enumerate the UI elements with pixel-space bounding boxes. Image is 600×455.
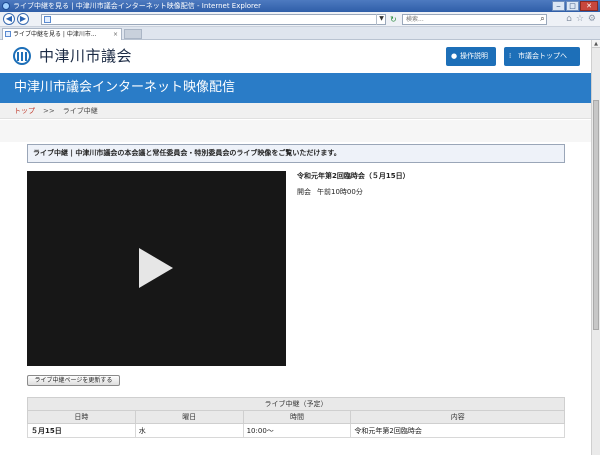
page-banner: 中津川市議会インターネット映像配信 <box>0 73 591 103</box>
council-top-button[interactable]: ⁞ 市議会トップへ <box>504 47 580 66</box>
search-icon[interactable]: ⌕ <box>537 14 548 25</box>
city-logo-icon[interactable] <box>13 47 31 65</box>
schedule-weekday: 水 <box>134 423 244 438</box>
window-controls: ‒ □ ✕ <box>552 1 598 11</box>
vertical-scrollbar[interactable]: ▲ <box>591 40 600 455</box>
refresh-live-button[interactable]: ライブ中継ページを更新する <box>27 375 120 386</box>
manual-button-label: 操作説明 <box>460 52 488 60</box>
meeting-title: 令和元年第2回臨時会（５月15日） <box>297 172 410 180</box>
col-header-time: 時間 <box>242 410 352 424</box>
tab-favicon-icon <box>5 31 11 37</box>
tab-live[interactable]: ライブ中継を見る | 中津川市... × <box>2 28 122 40</box>
address-bar: ◀ ▶ ▼ ↻ 検索... ⌕ ⌂ ☆ ⚙ <box>0 12 600 27</box>
manual-button[interactable]: ● 操作説明 <box>446 47 496 66</box>
col-header-date: 日時 <box>27 410 136 424</box>
maximize-button[interactable]: □ <box>566 1 579 11</box>
schedule-time: 10:00～ <box>242 423 352 438</box>
home-icon[interactable]: ⌂ <box>566 14 572 24</box>
page-title: 中津川市議会インターネット映像配信 <box>14 80 236 95</box>
search-input[interactable]: 検索... <box>402 14 547 25</box>
breadcrumb-separator: >> <box>43 107 55 115</box>
col-header-weekday: 曜日 <box>134 410 244 424</box>
info-icon: ● <box>451 52 458 60</box>
chart-icon: ⁞ <box>509 52 512 60</box>
toolbar-icons: ⌂ ☆ ⚙ <box>566 14 596 24</box>
tab-label: ライブ中継を見る | 中津川市... <box>13 31 97 38</box>
back-icon[interactable]: ◀ <box>3 13 15 25</box>
gear-icon[interactable]: ⚙ <box>588 14 596 24</box>
url-dropdown-icon[interactable]: ▼ <box>376 14 386 25</box>
breadcrumb-home-link[interactable]: トップ <box>14 107 35 115</box>
council-top-button-label: 市議会トップへ <box>518 52 567 60</box>
schedule-date: ５月15日 <box>27 423 136 438</box>
play-icon[interactable] <box>139 248 173 288</box>
page-viewport: 中津川市議会 ● 操作説明 ⁞ 市議会トップへ 中津川市議会インターネット映像配… <box>0 40 591 455</box>
col-header-content: 内容 <box>350 410 565 424</box>
close-button[interactable]: ✕ <box>580 1 598 11</box>
meeting-time-value: 午前10時00分 <box>317 188 363 196</box>
site-header: 中津川市議会 ● 操作説明 ⁞ 市議会トップへ <box>0 40 591 72</box>
schedule-table: ライブ中継（予定） 日時 曜日 時間 内容 ５月15日 水 10:00～ 令和元… <box>27 397 565 438</box>
tab-bar: ライブ中継を見る | 中津川市... × <box>0 27 600 40</box>
minimize-button[interactable]: ‒ <box>552 1 565 11</box>
site-name[interactable]: 中津川市議会 <box>39 47 132 65</box>
breadcrumb-current: ライブ中継 <box>62 107 98 115</box>
table-row: ５月15日 水 10:00～ 令和元年第2回臨時会 <box>27 423 565 438</box>
window-titlebar: ライブ中継を見る | 中津川市議会インターネット映像配信 - Internet … <box>0 0 600 12</box>
schedule-content: 令和元年第2回臨時会 <box>350 423 565 438</box>
scroll-thumb[interactable] <box>593 100 599 330</box>
refresh-icon[interactable]: ↻ <box>390 15 397 24</box>
new-tab-button[interactable] <box>124 29 142 39</box>
scroll-up-icon[interactable]: ▲ <box>592 40 600 48</box>
ie-icon <box>2 2 10 10</box>
page-icon <box>44 16 51 23</box>
favorites-star-icon[interactable]: ☆ <box>576 14 584 24</box>
section-spacer <box>0 120 591 142</box>
meeting-time: 開会 午前10時00分 <box>297 187 363 197</box>
meeting-time-label: 開会 <box>297 188 311 196</box>
video-player[interactable] <box>27 171 286 366</box>
live-notice: ライブ中継 | 中津川市議会の本会議と常任委員会・特別委員会のライブ映像をご覧い… <box>27 144 565 163</box>
forward-icon[interactable]: ▶ <box>17 13 29 25</box>
schedule-caption: ライブ中継（予定） <box>27 397 565 411</box>
breadcrumb: トップ >> ライブ中継 <box>0 103 591 119</box>
url-input[interactable] <box>41 14 386 25</box>
window-title: ライブ中継を見る | 中津川市議会インターネット映像配信 - Internet … <box>13 2 261 10</box>
tab-close-icon[interactable]: × <box>113 29 118 40</box>
